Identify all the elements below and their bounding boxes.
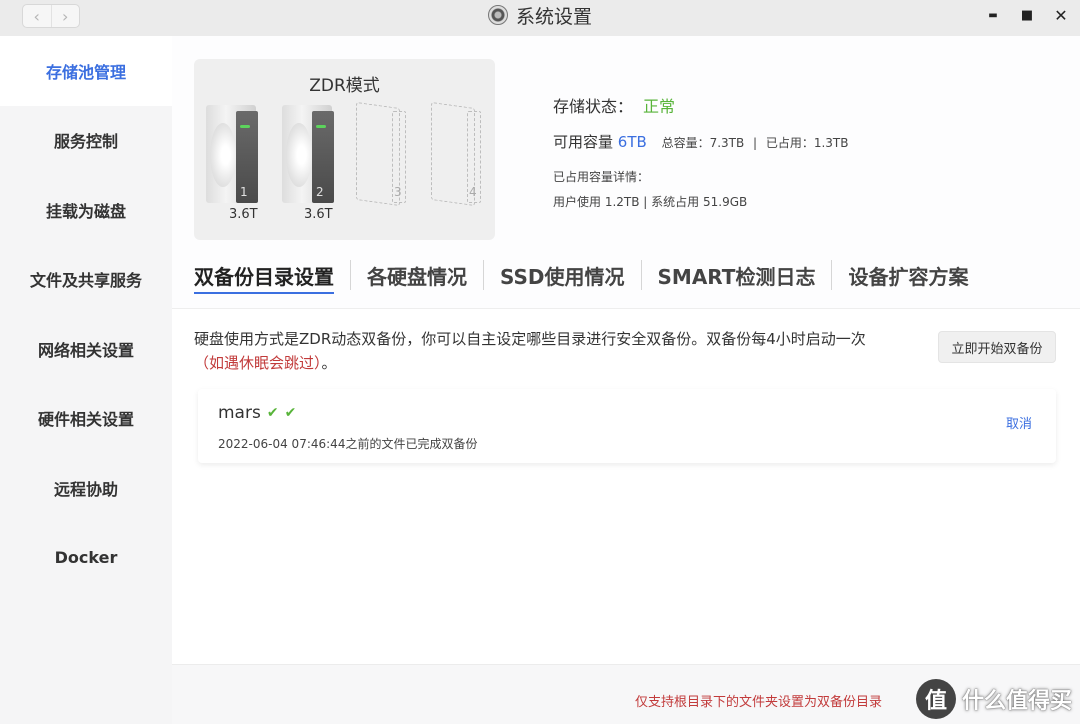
sidebar-item-network[interactable]: 网络相关设置 <box>0 314 172 384</box>
drive-slot-number: 4 <box>469 185 477 199</box>
storage-state-label: 存储状态： <box>553 97 634 116</box>
backup-description-text: 硬盘使用方式是ZDR动态双备份，你可以自主设定哪些目录进行安全双备份。双备份每4… <box>194 330 866 348</box>
dual-backup-panel: 硬盘使用方式是ZDR动态双备份，你可以自主设定哪些目录进行安全双备份。双备份每4… <box>172 308 1080 664</box>
storage-state-value: 正常 <box>643 97 676 116</box>
available-value: 6TB <box>617 133 647 151</box>
available-label: 可用容量 <box>553 133 614 151</box>
user-usage: 用户使用 1.2TB <box>553 195 640 209</box>
tab-disk-status[interactable]: 各硬盘情况 <box>350 260 483 290</box>
storage-mode-card: ZDR模式 1 3.6T 2 3.6T 3 4 <box>194 59 495 240</box>
sidebar-item-storage-pool[interactable]: 存储池管理 <box>0 36 172 106</box>
tab-dual-backup[interactable]: 双备份目录设置 <box>194 260 350 294</box>
tab-expansion[interactable]: 设备扩容方案 <box>831 260 984 290</box>
drive-slot-3-empty: 3 <box>356 101 418 215</box>
watermark: 值 什么值得买 <box>915 677 1072 721</box>
tab-ssd-usage[interactable]: SSD使用情况 <box>483 260 641 290</box>
backup-description-note: （如遇休眠会跳过） <box>194 354 322 372</box>
check-icon: ✔ <box>266 405 279 421</box>
cancel-backup-link[interactable]: 取消 <box>1006 413 1032 432</box>
window-controls: ▬ ■ ✕ <box>984 6 1070 25</box>
main-content: ZDR模式 1 3.6T 2 3.6T 3 4 存储状态： 正常 可用容量 6TB… <box>172 36 1080 724</box>
drive-slot-1: 1 <box>206 105 268 215</box>
used-capacity: 已占用：1.3TB <box>765 136 849 150</box>
sidebar-item-docker[interactable]: Docker <box>0 523 172 593</box>
window-title-text: 系统设置 <box>515 5 592 28</box>
sidebar-item-remote-assist[interactable]: 远程协助 <box>0 453 172 523</box>
minimize-icon[interactable]: ▬ <box>984 6 1002 24</box>
sidebar-item-mount-disk[interactable]: 挂载为磁盘 <box>0 175 172 245</box>
system-usage: 系统占用 51.9GB <box>651 195 748 209</box>
footer: 仅支持根目录下的文件夹设置为双备份目录 值 什么值得买 <box>172 664 1080 724</box>
sidebar: 存储池管理 服务控制 挂载为磁盘 文件及共享服务 网络相关设置 硬件相关设置 远… <box>0 36 172 724</box>
backup-description: 硬盘使用方式是ZDR动态双备份，你可以自主设定哪些目录进行安全双备份。双备份每4… <box>194 327 934 375</box>
drive-capacity: 3.6T <box>229 207 258 222</box>
tab-bar: 双备份目录设置 各硬盘情况 SSD使用情况 SMART检测日志 设备扩容方案 <box>194 260 984 294</box>
separator: | <box>643 195 648 209</box>
drive-slot-number: 1 <box>240 185 248 199</box>
drive-slot-2: 2 <box>282 105 344 215</box>
watermark-logo-icon: 值 <box>915 679 956 719</box>
sidebar-item-hardware[interactable]: 硬件相关设置 <box>0 384 172 454</box>
maximize-icon[interactable]: ■ <box>1018 6 1036 24</box>
backup-entry: mars ✔ ✔ 2022-06-04 07:46:44之前的文件已完成双备份 … <box>198 389 1056 463</box>
backup-folder-name: mars <box>218 403 261 423</box>
window-title: 系统设置 <box>0 2 1080 28</box>
storage-status: 存储状态： 正常 可用容量 6TB 总容量：7.3TB | 已占用：1.3TB 已… <box>553 93 849 210</box>
watermark-text: 什么值得买 <box>961 689 1072 714</box>
close-icon[interactable]: ✕ <box>1052 6 1070 25</box>
tab-smart-log[interactable]: SMART检测日志 <box>640 260 832 290</box>
backup-status-text: 2022-06-04 07:46:44之前的文件已完成双备份 <box>218 437 478 451</box>
sidebar-item-service-control[interactable]: 服务控制 <box>0 106 172 176</box>
backup-entry-name: mars ✔ ✔ <box>218 403 296 423</box>
sidebar-item-file-sharing[interactable]: 文件及共享服务 <box>0 245 172 315</box>
total-capacity: 总容量：7.3TB <box>661 136 745 150</box>
check-icon: ✔ <box>284 405 297 421</box>
drive-slot-number: 2 <box>316 185 324 199</box>
start-backup-button[interactable]: 立即开始双备份 <box>938 331 1056 363</box>
storage-mode-title: ZDR模式 <box>309 76 380 96</box>
drive-slot-number: 3 <box>394 185 402 199</box>
backup-description-end: 。 <box>321 354 337 372</box>
usage-detail-label: 已占用容量详情： <box>553 170 650 184</box>
footer-note: 仅支持根目录下的文件夹设置为双备份目录 <box>634 695 882 710</box>
title-bar: ‹ › 系统设置 ▬ ■ ✕ <box>0 0 1080 36</box>
settings-app-icon <box>487 5 508 25</box>
drive-slot-4-empty: 4 <box>431 101 493 215</box>
separator: | <box>753 136 758 150</box>
drive-capacity: 3.6T <box>304 207 333 222</box>
